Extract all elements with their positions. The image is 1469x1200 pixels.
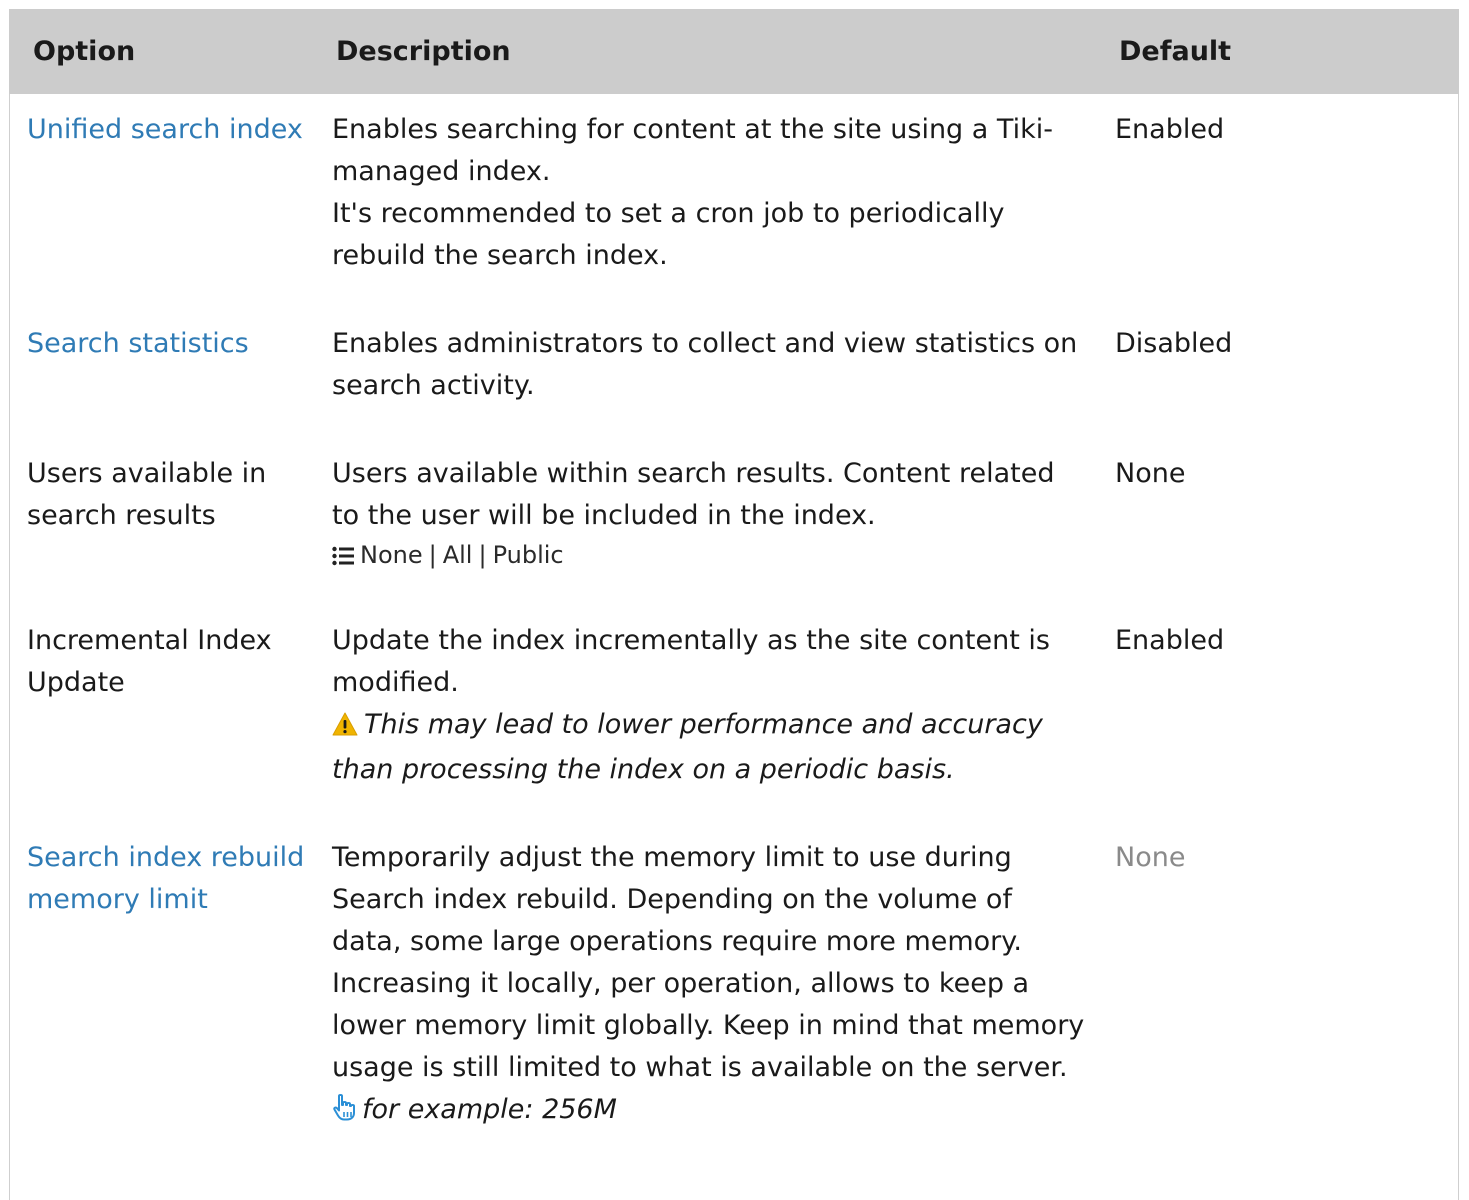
option-value: None <box>360 541 423 569</box>
table-header-row: Option Description Default <box>9 9 1459 94</box>
warning-text: This may lead to lower performance and a… <box>332 709 1043 785</box>
description-cell: Temporarily adjust the memory limit to u… <box>314 822 1097 1134</box>
header-default: Default <box>1097 9 1459 94</box>
option-value: All <box>442 541 473 569</box>
description-text: Update the index incrementally as the si… <box>332 625 1050 698</box>
description-cell: Update the index incrementally as the si… <box>314 605 1097 822</box>
default-value: Enabled <box>1115 625 1225 656</box>
example-text: for example: 256M <box>362 1094 617 1125</box>
header-option: Option <box>9 9 314 94</box>
table-row: Search index rebuild memory limit Tempor… <box>9 822 1459 1134</box>
description-cell: Users available within search results. C… <box>314 438 1097 605</box>
description-text: It's recommended to set a cron job to pe… <box>332 198 1005 271</box>
header-description: Description <box>314 9 1097 94</box>
search-index-rebuild-memory-limit-link[interactable]: Search index rebuild memory limit <box>27 842 304 915</box>
option-separator: | <box>428 541 437 569</box>
preferences-table: Option Description Default Unified searc… <box>9 9 1459 1134</box>
table-row: Incremental Index Update Update the inde… <box>9 605 1459 822</box>
description-text: Enables administrators to collect and vi… <box>332 328 1078 401</box>
option-cell: Unified search index <box>9 94 314 308</box>
option-separator: | <box>478 541 487 569</box>
options-list: None | All | Public <box>332 537 1087 576</box>
description-cell: Enables searching for content at the sit… <box>314 94 1097 308</box>
description-text: Users available within search results. C… <box>332 458 1055 531</box>
description-cell: Enables administrators to collect and vi… <box>314 308 1097 438</box>
example-note: for example: 256M <box>332 1089 1087 1134</box>
default-value: None <box>1115 842 1186 873</box>
option-value: Public <box>492 541 564 569</box>
table-row: Search statistics Enables administrators… <box>9 308 1459 438</box>
description-text: Enables searching for content at the sit… <box>332 114 1053 187</box>
option-cell: Search statistics <box>9 308 314 438</box>
table-row: Unified search index Enables searching f… <box>9 94 1459 308</box>
table-row: Users available in search results Users … <box>9 438 1459 605</box>
option-label: Users available in search results <box>27 458 267 531</box>
option-label: Incremental Index Update <box>27 625 272 698</box>
option-cell: Search index rebuild memory limit <box>9 822 314 1134</box>
pointing-hand-icon <box>332 1092 356 1134</box>
warning-note: This may lead to lower performance and a… <box>332 704 1087 791</box>
default-value: None <box>1115 458 1186 489</box>
default-value: Disabled <box>1115 328 1233 359</box>
search-statistics-link[interactable]: Search statistics <box>27 328 249 359</box>
warning-icon <box>332 707 358 749</box>
description-text: Temporarily adjust the memory limit to u… <box>332 842 1085 1083</box>
list-icon <box>332 540 354 576</box>
default-value: Enabled <box>1115 114 1225 145</box>
unified-search-index-link[interactable]: Unified search index <box>27 114 303 145</box>
